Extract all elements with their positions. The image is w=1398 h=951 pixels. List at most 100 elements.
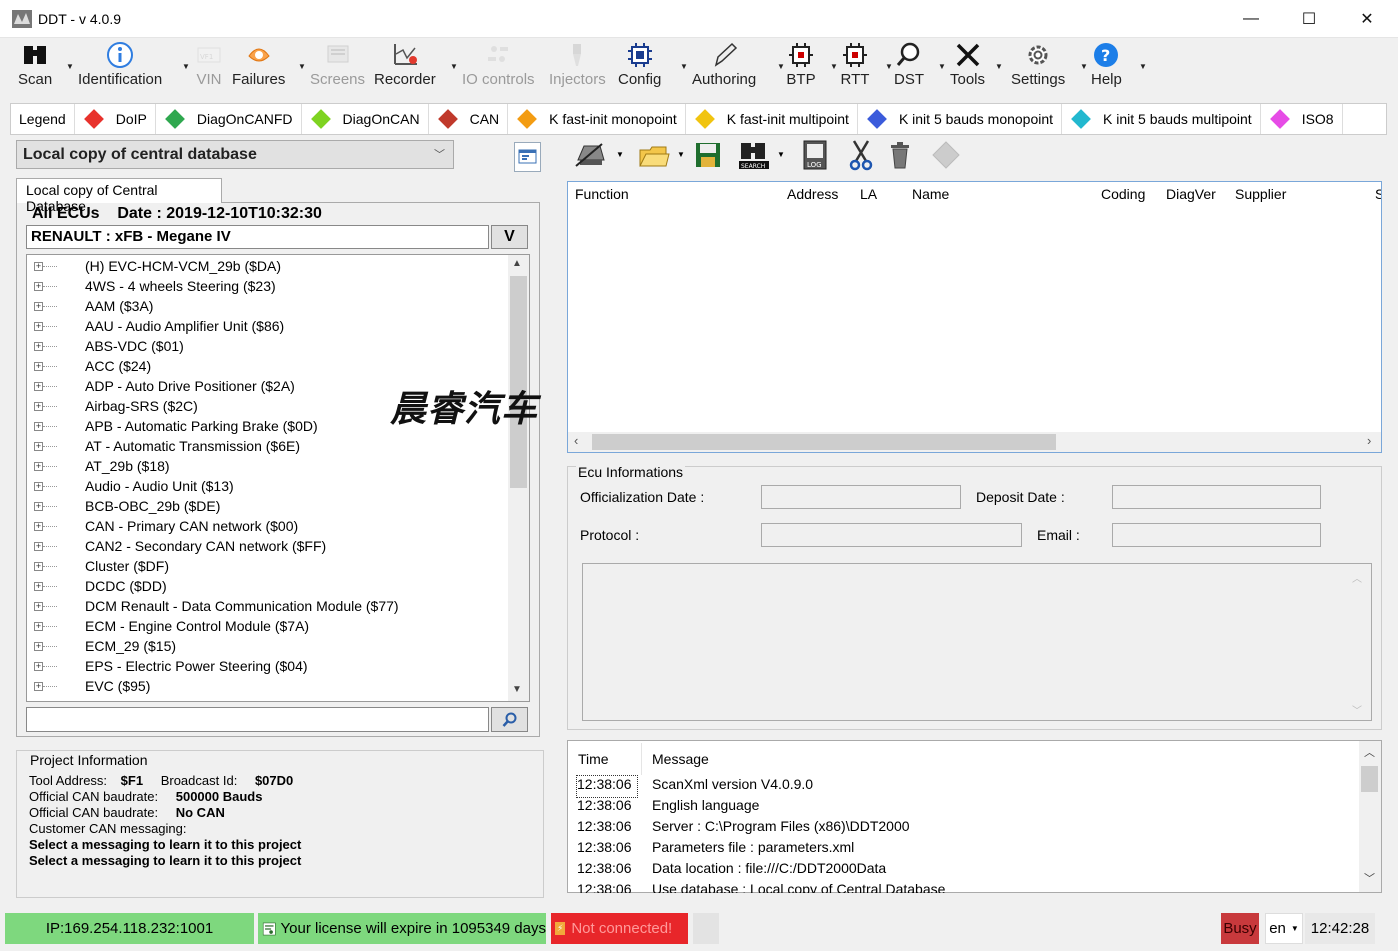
disabled-diamond-button[interactable] bbox=[928, 138, 964, 172]
delete-button[interactable] bbox=[882, 138, 918, 172]
log-row[interactable]: 12:38:06 ScanXml version V4.0.9.0 bbox=[576, 775, 813, 798]
expand-icon[interactable]: + bbox=[34, 661, 43, 671]
ecu-search-input[interactable] bbox=[26, 707, 489, 732]
expand-icon[interactable]: + bbox=[34, 281, 43, 291]
toolbar-scan-button[interactable]: Scan bbox=[18, 40, 52, 96]
search-ecu-button[interactable]: SEARCH bbox=[736, 138, 772, 172]
toolbar-failures-button[interactable]: Failures bbox=[232, 40, 285, 96]
chevron-down-icon[interactable]: ▼ bbox=[616, 150, 624, 159]
column-header-coding[interactable]: Coding bbox=[1101, 186, 1145, 202]
vehicle-field[interactable]: RENAULT : xFB - Megane IV bbox=[26, 225, 489, 249]
open-folder-button[interactable] bbox=[636, 138, 672, 172]
ecu-tree-item[interactable]: + DCDC ($DD) bbox=[27, 576, 167, 596]
ecu-tree-item[interactable]: + EVC ($95) bbox=[27, 676, 150, 696]
scroll-up-icon[interactable]: ︿ bbox=[1352, 570, 1362, 585]
chevron-down-icon[interactable]: ▼ bbox=[938, 62, 946, 71]
ecu-info-textarea[interactable] bbox=[582, 563, 1372, 721]
messaging-select-line-1[interactable]: Select a messaging to learn it to this p… bbox=[29, 837, 301, 852]
minimize-button[interactable]: — bbox=[1222, 0, 1280, 38]
expand-icon[interactable]: + bbox=[34, 441, 43, 451]
expand-icon[interactable]: + bbox=[34, 581, 43, 591]
tab-local-database[interactable]: Local copy of Central Database bbox=[16, 178, 222, 214]
toolbar-identification-button[interactable]: Identification bbox=[78, 40, 162, 96]
ecu-results-table[interactable] bbox=[567, 181, 1382, 453]
ecu-tree-item[interactable]: + Cluster ($DF) bbox=[27, 556, 169, 576]
scroll-down-icon[interactable]: ▼ bbox=[512, 684, 522, 695]
chevron-down-icon[interactable]: ▼ bbox=[1139, 62, 1147, 71]
column-header-diagver[interactable]: DiagVer bbox=[1166, 186, 1216, 202]
expand-icon[interactable]: + bbox=[34, 381, 43, 391]
scroll-up-icon[interactable]: ︿ bbox=[1364, 744, 1375, 760]
column-header-s[interactable]: S bbox=[1375, 186, 1381, 202]
scroll-up-icon[interactable]: ▲ bbox=[512, 258, 522, 269]
expand-icon[interactable]: + bbox=[34, 541, 43, 551]
ecu-tree-item[interactable]: + Audio - Audio Unit ($13) bbox=[27, 476, 234, 496]
scroll-right-icon[interactable]: › bbox=[1367, 433, 1371, 448]
cut-button[interactable] bbox=[843, 138, 879, 172]
toolbar-vin-button[interactable]: VF1 VIN bbox=[194, 40, 224, 96]
toolbar-tools-button[interactable]: Tools bbox=[950, 40, 985, 96]
ecu-tree-item[interactable]: + CAN - Primary CAN network ($00) bbox=[27, 516, 298, 536]
expand-icon[interactable]: + bbox=[34, 261, 43, 271]
ecu-tree-item[interactable]: + AAM ($3A) bbox=[27, 296, 153, 316]
toolbar-injectors-button[interactable]: Injectors bbox=[549, 40, 606, 96]
messaging-select-line-2[interactable]: Select a messaging to learn it to this p… bbox=[29, 853, 301, 868]
column-header-supplier[interactable]: Supplier bbox=[1235, 186, 1286, 202]
expand-icon[interactable]: + bbox=[34, 521, 43, 531]
close-button[interactable]: ✕ bbox=[1338, 0, 1396, 38]
column-header-la[interactable]: LA bbox=[860, 186, 877, 202]
database-window-button[interactable] bbox=[514, 142, 541, 172]
expand-icon[interactable]: + bbox=[34, 641, 43, 651]
expand-icon[interactable]: + bbox=[34, 621, 43, 631]
save-button[interactable] bbox=[690, 138, 726, 172]
ecu-tree-item[interactable]: + ADP - Auto Drive Positioner ($2A) bbox=[27, 376, 295, 396]
chevron-down-icon[interactable]: ▼ bbox=[677, 150, 685, 159]
chevron-down-icon[interactable]: ▼ bbox=[777, 150, 785, 159]
expand-icon[interactable]: + bbox=[34, 481, 43, 491]
log-row[interactable]: 12:38:06 Parameters file : parameters.xml bbox=[577, 839, 854, 860]
ecu-tree-item[interactable]: + AT_29b ($18) bbox=[27, 456, 170, 476]
log-row[interactable]: 12:38:06 Data location : file:///C:/DDT20… bbox=[577, 860, 886, 881]
chevron-down-icon[interactable]: ▼ bbox=[830, 62, 838, 71]
expand-icon[interactable]: + bbox=[34, 341, 43, 351]
ecu-tree-item[interactable]: + ECM - Engine Control Module ($7A) bbox=[27, 616, 309, 636]
chevron-down-icon[interactable]: ▼ bbox=[680, 62, 688, 71]
maximize-button[interactable]: ☐ bbox=[1280, 0, 1338, 38]
toolbar-rtt-button[interactable]: RTT bbox=[840, 40, 870, 96]
scroll-down-icon[interactable]: ﹀ bbox=[1364, 870, 1375, 886]
expand-icon[interactable]: + bbox=[34, 561, 43, 571]
ecu-tree-item[interactable]: + BCB-OBC_29b ($DE) bbox=[27, 496, 220, 516]
toolbar-io-controls-button[interactable]: IO controls bbox=[462, 40, 535, 96]
database-select[interactable]: Local copy of central database ﹀ bbox=[16, 140, 454, 169]
scroll-left-icon[interactable]: ‹ bbox=[574, 433, 578, 448]
log-button[interactable]: LOG bbox=[797, 138, 833, 172]
chevron-down-icon[interactable]: ▼ bbox=[885, 62, 893, 71]
ecu-tree-item[interactable]: + DCM Renault - Data Communication Module… bbox=[27, 596, 399, 616]
expand-icon[interactable]: + bbox=[34, 681, 43, 691]
ecu-tree[interactable]: + (H) EVC-HCM-VCM_29b ($DA) +4WS - 4 wheel… bbox=[26, 254, 530, 702]
ecu-tree-item[interactable]: +4WS - 4 wheels Steering ($23) bbox=[27, 276, 276, 296]
column-header-address[interactable]: Address bbox=[787, 186, 838, 202]
log-row[interactable]: 12:38:06 Server : C:\Program Files (x86)\… bbox=[577, 818, 910, 839]
column-header-function[interactable]: Function bbox=[575, 186, 629, 202]
toolbar-screens-button[interactable]: Screens bbox=[310, 40, 365, 96]
ecu-tree-item[interactable]: + AT - Automatic Transmission ($6E) bbox=[27, 436, 300, 456]
ecu-tree-item[interactable]: + (H) EVC-HCM-VCM_29b ($DA) bbox=[27, 256, 281, 276]
ecu-tree-item[interactable]: + AAU - Audio Amplifier Unit ($86) bbox=[27, 316, 284, 336]
ecu-tree-item[interactable]: + CAN2 - Secondary CAN network ($FF) bbox=[27, 536, 326, 556]
log-message-header[interactable]: Message bbox=[652, 751, 709, 767]
chevron-down-icon[interactable]: ▼ bbox=[450, 62, 458, 71]
toolbar-authoring-button[interactable]: Authoring bbox=[692, 40, 756, 96]
expand-icon[interactable]: + bbox=[34, 421, 43, 431]
vehicle-select-button[interactable]: V bbox=[491, 225, 528, 249]
language-select[interactable]: en ▼ bbox=[1265, 913, 1303, 944]
chevron-down-icon[interactable]: ▼ bbox=[1080, 62, 1088, 71]
ecu-tree-item[interactable]: + Airbag-SRS ($2C) bbox=[27, 396, 198, 416]
log-row[interactable]: 12:38:06 English language bbox=[577, 797, 759, 818]
toolbar-help-button[interactable]: ? Help bbox=[1091, 40, 1122, 96]
ecu-tree-item[interactable]: + ACC ($24) bbox=[27, 356, 151, 376]
scroll-down-icon[interactable]: ﹀ bbox=[1352, 702, 1362, 717]
ecu-tree-item[interactable]: + ECM_29 ($15) bbox=[27, 636, 176, 656]
log-time-header[interactable]: Time bbox=[578, 751, 609, 767]
chevron-down-icon[interactable]: ▼ bbox=[995, 62, 1003, 71]
